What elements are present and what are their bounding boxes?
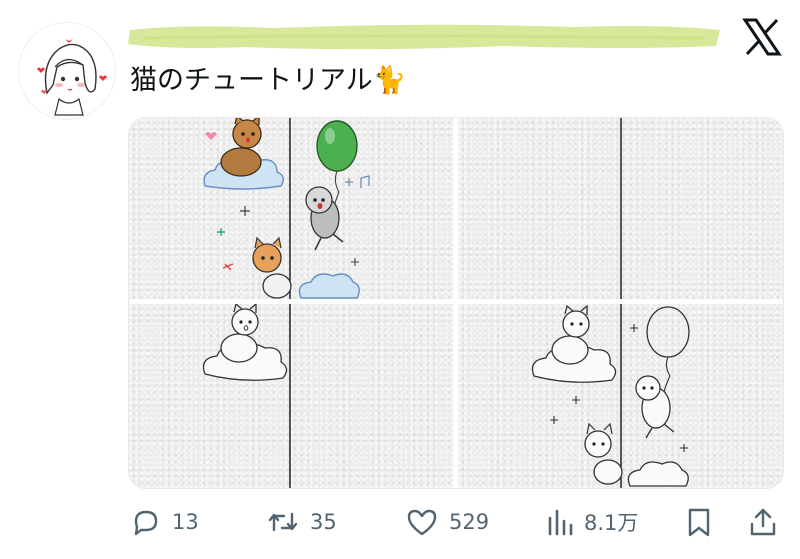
views-count: 8.1万 — [584, 511, 639, 535]
author-avatar[interactable] — [18, 22, 116, 120]
reply-count: 13 — [172, 510, 199, 534]
author-name-redaction — [128, 24, 720, 50]
colored-cats-illustration — [203, 118, 370, 299]
tweet-text: 猫のチュートリアル🐈 — [130, 65, 407, 96]
media-image-4[interactable] — [458, 304, 783, 488]
tweet-action-bar: 13 35 529 8.1万 — [0, 500, 800, 544]
like-button[interactable]: 529 — [405, 500, 489, 544]
share-button[interactable] — [748, 500, 778, 544]
lineart-cat-on-cloud — [202, 304, 291, 488]
media-image-2[interactable] — [458, 118, 783, 299]
reply-icon — [134, 510, 158, 536]
media-image-3[interactable] — [129, 304, 453, 488]
lineart-cats-scene — [531, 304, 690, 488]
reply-button[interactable]: 13 — [130, 500, 199, 544]
retweet-icon — [268, 512, 298, 532]
media-grid — [128, 117, 784, 489]
like-count: 529 — [449, 510, 490, 534]
blank-split-canvas — [620, 118, 622, 299]
bookmark-icon — [688, 508, 710, 537]
retweet-count: 35 — [310, 510, 337, 534]
like-icon — [407, 509, 437, 536]
media-image-1[interactable] — [129, 118, 453, 299]
x-logo-icon[interactable] — [742, 18, 782, 56]
share-icon — [750, 508, 776, 536]
retweet-button[interactable]: 35 — [266, 500, 337, 544]
views-button[interactable]: 8.1万 — [546, 500, 638, 544]
views-icon — [548, 509, 573, 536]
bookmark-button[interactable] — [686, 500, 712, 544]
avatar-illustration — [37, 39, 107, 116]
